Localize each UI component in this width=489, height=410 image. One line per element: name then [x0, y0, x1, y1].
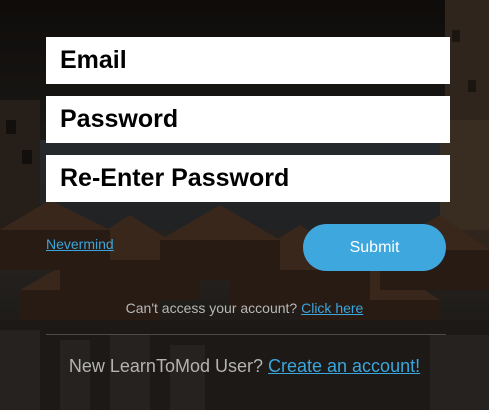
account-access-text: Can't access your account? [125, 300, 298, 316]
new-user-text: New LearnToMod User? [68, 356, 263, 376]
account-access-help: Can't access your account? Click here [0, 300, 489, 316]
submit-button[interactable]: Submit [303, 224, 446, 271]
nevermind-link[interactable]: Nevermind [46, 236, 114, 252]
create-account-link[interactable]: Create an account! [268, 356, 420, 376]
email-field[interactable] [46, 37, 450, 84]
divider [46, 334, 446, 335]
signup-form: Nevermind Submit Can't access your accou… [0, 0, 489, 410]
reenter-password-field[interactable] [46, 155, 450, 202]
new-user-prompt: New LearnToMod User? Create an account! [0, 356, 489, 377]
password-field[interactable] [46, 96, 450, 143]
click-here-link[interactable]: Click here [301, 300, 363, 316]
